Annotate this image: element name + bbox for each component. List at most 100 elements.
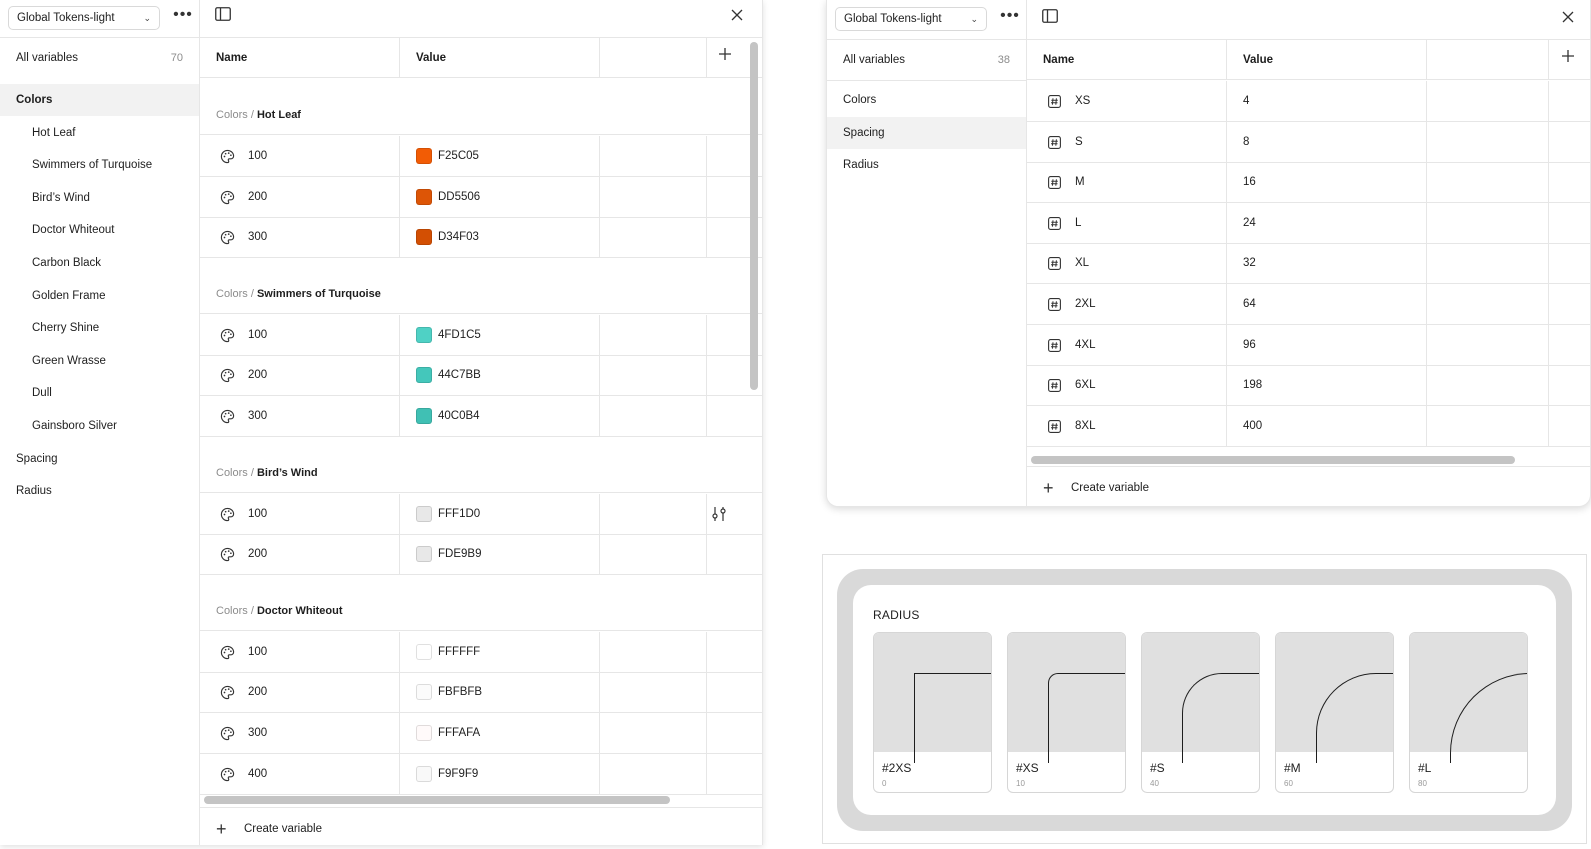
create-variable-button[interactable]: + Create variable xyxy=(1027,466,1590,506)
value-cell[interactable]: 400 xyxy=(1227,405,1427,446)
name-cell[interactable]: 100 xyxy=(200,631,400,672)
close-icon[interactable] xyxy=(726,7,748,29)
name-cell[interactable]: 200 xyxy=(200,355,400,396)
name-cell[interactable]: 4XL xyxy=(1027,324,1227,365)
sidebar-item-all-variables[interactable]: All variables 70 xyxy=(0,42,199,74)
value-cell[interactable]: 198 xyxy=(1227,365,1427,406)
name-cell[interactable]: 2XL xyxy=(1027,284,1227,324)
table-row[interactable]: 200 FDE9B9 xyxy=(200,534,762,576)
table-row[interactable]: 8XL 400 xyxy=(1027,405,1590,447)
horizontal-scrollbar[interactable] xyxy=(1031,456,1515,464)
color-swatch[interactable] xyxy=(416,326,432,343)
color-swatch[interactable] xyxy=(416,188,432,205)
color-swatch[interactable] xyxy=(416,546,432,563)
name-cell[interactable]: 100 xyxy=(200,314,400,355)
sidebar-item-doctor-whiteout[interactable]: Doctor Whiteout xyxy=(0,214,199,246)
sidebar-item-spacing[interactable]: Spacing xyxy=(0,443,199,475)
more-options-icon[interactable]: ••• xyxy=(999,8,1021,29)
sidebar-toggle-icon[interactable] xyxy=(212,7,234,29)
sidebar-item-colors[interactable]: Colors xyxy=(827,84,1026,116)
color-swatch[interactable] xyxy=(416,684,432,701)
name-cell[interactable]: 200 xyxy=(200,176,400,217)
name-cell[interactable]: 100 xyxy=(200,493,400,534)
value-cell[interactable]: 24 xyxy=(1227,202,1427,243)
color-swatch[interactable] xyxy=(416,765,432,782)
name-cell[interactable]: 300 xyxy=(200,713,400,753)
create-variable-button[interactable]: + Create variable xyxy=(200,807,762,845)
value-cell[interactable]: 16 xyxy=(1227,162,1427,203)
table-row[interactable]: L 24 xyxy=(1027,202,1590,244)
table-row[interactable]: 6XL 198 xyxy=(1027,365,1590,407)
table-row[interactable]: XS 4 xyxy=(1027,81,1590,122)
table-row[interactable]: 300 40C0B4 xyxy=(200,396,762,437)
value-cell[interactable]: 4FD1C5 xyxy=(400,314,600,355)
table-row[interactable]: 200 FBFBFB xyxy=(200,672,762,714)
table-row[interactable]: 300 D34F03 xyxy=(200,217,762,259)
name-cell[interactable]: 6XL xyxy=(1027,365,1227,406)
sidebar-item-radius[interactable]: Radius xyxy=(0,475,199,507)
name-cell[interactable]: 400 xyxy=(200,753,400,794)
value-cell[interactable]: 40C0B4 xyxy=(400,396,600,436)
table-row[interactable]: 100 F25C05 xyxy=(200,136,762,177)
add-column-icon[interactable] xyxy=(714,47,736,69)
sidebar-item-swimmers-of-turquoise[interactable]: Swimmers of Turquoise xyxy=(0,149,199,181)
value-cell[interactable]: FFF1D0 xyxy=(400,493,600,534)
value-cell[interactable]: 4 xyxy=(1227,81,1427,121)
sidebar-item-radius[interactable]: Radius xyxy=(827,149,1026,181)
name-cell[interactable]: M xyxy=(1027,162,1227,203)
name-cell[interactable]: XS xyxy=(1027,81,1227,121)
color-swatch[interactable] xyxy=(416,229,432,246)
table-row[interactable]: M 16 xyxy=(1027,162,1590,204)
value-cell[interactable]: 44C7BB xyxy=(400,355,600,396)
table-row[interactable]: 4XL 96 xyxy=(1027,324,1590,366)
color-swatch[interactable] xyxy=(416,408,432,424)
name-cell[interactable]: 200 xyxy=(200,534,400,575)
value-cell[interactable]: 8 xyxy=(1227,121,1427,162)
value-cell[interactable]: FDE9B9 xyxy=(400,534,600,575)
collection-dropdown[interactable]: Global Tokens-light ⌄ xyxy=(8,6,160,30)
sidebar-item-gainsboro-silver[interactable]: Gainsboro Silver xyxy=(0,410,199,442)
sidebar-item-dull[interactable]: Dull xyxy=(0,377,199,409)
table-row[interactable]: XL 32 xyxy=(1027,243,1590,285)
sidebar-toggle-icon[interactable] xyxy=(1039,9,1061,31)
sidebar-item-all-variables[interactable]: All variables 38 xyxy=(827,44,1026,76)
vertical-scrollbar[interactable] xyxy=(750,42,758,390)
value-cell[interactable]: F25C05 xyxy=(400,136,600,176)
add-column-icon[interactable] xyxy=(1557,49,1579,71)
color-swatch[interactable] xyxy=(416,725,432,741)
sidebar-item-bird-s-wind[interactable]: Bird’s Wind xyxy=(0,182,199,214)
sidebar-item-cherry-shine[interactable]: Cherry Shine xyxy=(0,312,199,344)
horizontal-scrollbar[interactable] xyxy=(204,796,670,804)
color-swatch[interactable] xyxy=(416,643,432,660)
value-cell[interactable]: FBFBFB xyxy=(400,672,600,713)
table-row[interactable]: 400 F9F9F9 xyxy=(200,753,762,795)
value-cell[interactable]: FFFFFF xyxy=(400,631,600,672)
sidebar-item-green-wrasse[interactable]: Green Wrasse xyxy=(0,345,199,377)
value-cell[interactable]: DD5506 xyxy=(400,176,600,217)
value-cell[interactable]: 32 xyxy=(1227,243,1427,284)
table-row[interactable]: 300 FFFAFA xyxy=(200,713,762,754)
close-icon[interactable] xyxy=(1557,9,1579,31)
color-swatch[interactable] xyxy=(416,148,432,164)
color-swatch[interactable] xyxy=(416,505,432,522)
table-row[interactable]: 100 FFFFFF xyxy=(200,631,762,673)
edit-variable-icon[interactable] xyxy=(710,506,728,525)
name-cell[interactable]: 8XL xyxy=(1027,405,1227,446)
table-row[interactable]: 100 4FD1C5 xyxy=(200,314,762,356)
sidebar-item-spacing[interactable]: Spacing xyxy=(827,116,1026,149)
name-cell[interactable]: S xyxy=(1027,121,1227,162)
collection-dropdown[interactable]: Global Tokens-light ⌄ xyxy=(835,7,987,31)
table-row[interactable]: 200 DD5506 xyxy=(200,176,762,218)
name-cell[interactable]: XL xyxy=(1027,243,1227,284)
value-cell[interactable]: FFFAFA xyxy=(400,713,600,753)
sidebar-item-carbon-black[interactable]: Carbon Black xyxy=(0,247,199,279)
value-cell[interactable]: 64 xyxy=(1227,284,1427,324)
table-row[interactable]: 200 44C7BB xyxy=(200,355,762,397)
table-row[interactable]: S8 xyxy=(1027,121,1590,163)
table-row[interactable]: 2XL 64 xyxy=(1027,284,1590,325)
sidebar-item-colors[interactable]: Colors xyxy=(0,84,199,116)
color-swatch[interactable] xyxy=(416,367,432,384)
value-cell[interactable]: F9F9F9 xyxy=(400,753,600,794)
value-cell[interactable]: 96 xyxy=(1227,324,1427,365)
table-row[interactable]: 100 FFF1D0 xyxy=(200,493,762,535)
